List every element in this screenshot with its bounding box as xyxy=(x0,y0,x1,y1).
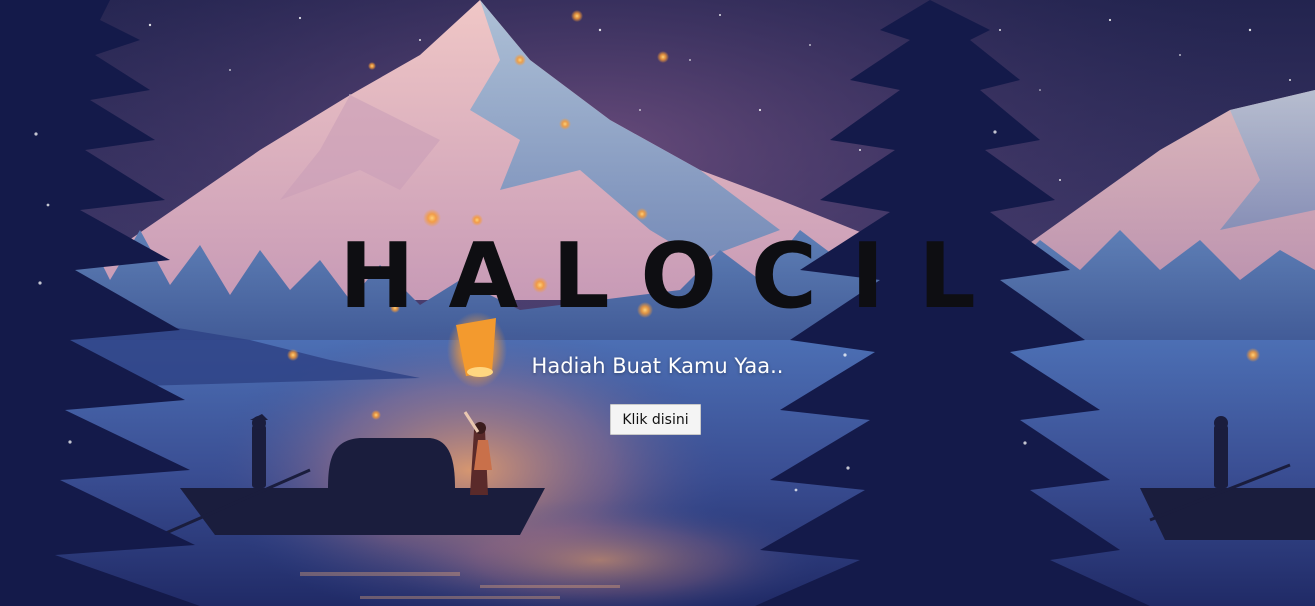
click-here-button[interactable]: Klik disini xyxy=(610,404,701,435)
landing-page: HALOCIL Hadiah Buat Kamu Yaa.. Klik disi… xyxy=(0,0,1315,606)
hero-subtitle: Hadiah Buat Kamu Yaa.. xyxy=(531,354,784,378)
page-title: HALOCIL xyxy=(339,224,1010,329)
hero-section: HALOCIL Hadiah Buat Kamu Yaa.. Klik disi… xyxy=(0,0,1315,606)
